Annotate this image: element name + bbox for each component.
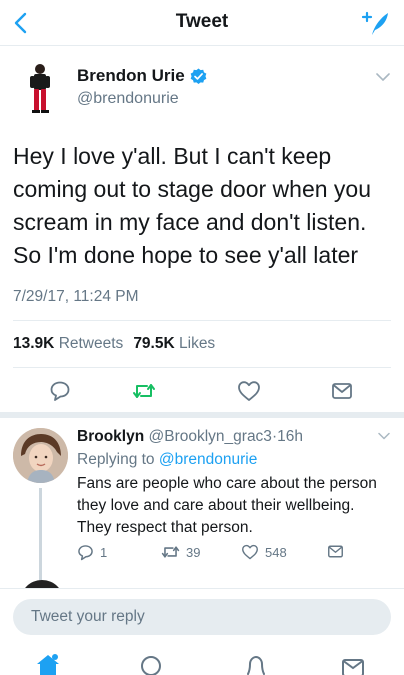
reply-actions: 1 39 548	[77, 542, 377, 566]
replying-mention[interactable]: @brendonurie	[159, 451, 257, 468]
reply-bubble-icon	[50, 381, 70, 401]
like-button[interactable]	[236, 378, 262, 404]
like-count: 548	[265, 544, 287, 560]
retweets-stat[interactable]: 13.9K Retweets	[13, 335, 123, 353]
tab-search[interactable]	[138, 652, 166, 675]
tweet-stats: 13.9K Retweets 79.5K Likes	[13, 335, 215, 353]
share-button[interactable]	[329, 378, 355, 404]
author-name-text: Brendon Urie	[77, 66, 185, 85]
reply-author-handle[interactable]: @Brooklyn_grac3	[149, 428, 272, 445]
reply-like-button[interactable]: 548	[241, 544, 287, 560]
envelope-icon	[342, 659, 364, 675]
heart-icon	[238, 381, 260, 401]
reply-text: Fans are people who care about the perso…	[77, 475, 377, 536]
reply-retweet-button[interactable]: 39	[161, 544, 200, 560]
retweet-icon	[133, 384, 155, 398]
tab-home[interactable]	[34, 652, 62, 675]
retweets-label: Retweets	[58, 335, 124, 352]
reply-author-name[interactable]: Brooklyn	[77, 428, 144, 445]
avatar[interactable]	[20, 62, 62, 114]
tweet-actions	[0, 368, 404, 412]
heart-icon	[242, 544, 258, 560]
likes-stat[interactable]: 79.5K Likes	[133, 335, 215, 353]
reply-button[interactable]	[47, 378, 73, 404]
replying-to: Replying to @brendonurie	[77, 451, 257, 469]
top-bar: Tweet	[0, 0, 404, 46]
reply-tweet[interactable]: Brooklyn @Brooklyn_grac3·16h Replying to…	[0, 418, 404, 588]
author-handle[interactable]: @brendonurie	[77, 90, 179, 108]
reply-count: 1	[100, 545, 108, 560]
thread-line	[39, 488, 42, 586]
verified-badge-icon	[190, 67, 207, 84]
retweet-count: 39	[186, 544, 201, 560]
share-envelope-icon	[328, 545, 343, 558]
compose-button[interactable]	[358, 6, 394, 40]
tweet-timestamp: 7/29/17, 11:24 PM	[13, 288, 139, 305]
bell-icon	[247, 655, 265, 675]
reply-share-button[interactable]	[327, 544, 344, 559]
main-tweet: Brendon Urie @brendonurie Hey I love y'a…	[0, 46, 404, 412]
page-title: Tweet	[175, 11, 229, 32]
retweet-button[interactable]	[131, 378, 157, 404]
retweets-count: 13.9K	[13, 335, 55, 352]
reply-reply-button[interactable]: 1	[77, 544, 107, 561]
chevron-down-icon[interactable]	[376, 428, 392, 444]
search-icon	[141, 656, 161, 675]
tab-messages[interactable]	[339, 652, 367, 675]
reply-input[interactable]	[13, 599, 391, 635]
avatar[interactable]	[13, 428, 68, 483]
reply-composer	[0, 588, 404, 644]
bottom-tab-bar	[0, 644, 404, 675]
reply-bubble-icon	[78, 545, 93, 561]
share-envelope-icon	[332, 383, 352, 399]
home-icon	[37, 654, 59, 675]
compose-quill-icon	[361, 11, 388, 35]
reply-header: Brooklyn @Brooklyn_grac3·16h	[77, 428, 303, 446]
reply-time: 16h	[277, 428, 303, 445]
divider	[13, 320, 391, 321]
likes-count: 79.5K	[133, 335, 175, 352]
likes-label: Likes	[179, 335, 216, 352]
tab-notifications[interactable]	[242, 652, 270, 675]
author-name[interactable]: Brendon Urie	[77, 66, 207, 86]
tweet-text: Hey I love y'all. But I can't keep comin…	[13, 143, 372, 268]
replying-prefix: Replying to	[77, 451, 155, 468]
chevron-down-icon[interactable]	[374, 68, 392, 86]
retweet-icon	[161, 546, 180, 558]
